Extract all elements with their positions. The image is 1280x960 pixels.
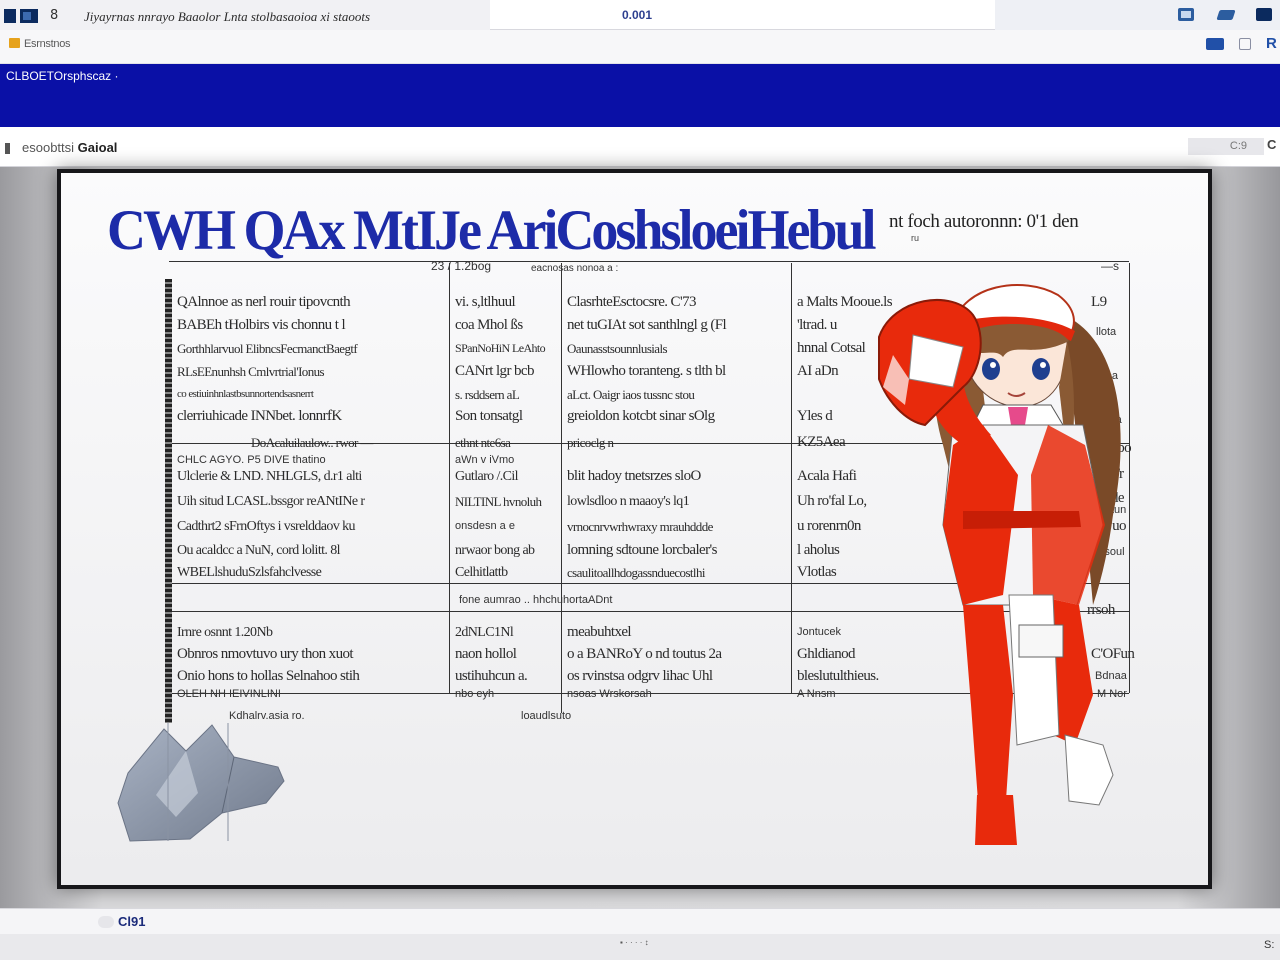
toolbar: Esrnstnos R <box>0 30 1280 64</box>
cell-text: pricoclg n <box>567 435 614 450</box>
zoom-field[interactable]: C:9 <box>1188 138 1264 155</box>
cell-text: WBELlshuduSzlsfahclvesse <box>177 565 322 580</box>
cell-text: net tuGIAt sot santhlngl g (Fl <box>567 317 727 333</box>
cell-text: RLsEEnunhsh Cmlvrtrial'Ionus <box>177 364 325 379</box>
cell-text: DoAcaluilaulow.. rwor — <box>251 435 373 450</box>
bottom-bar: ▪ · · · · ↕ S: <box>0 934 1280 960</box>
restore-icon[interactable] <box>1178 8 1194 21</box>
address-prefix: esoobttsi <box>22 140 75 155</box>
cell-text: nbo eyh <box>455 688 495 700</box>
cell-text: ethnt nte6sa <box>455 435 511 450</box>
cell-text: blit hadoy tnetsrzes sloO <box>567 468 701 484</box>
folder-label[interactable]: Esrnstnos <box>24 38 71 50</box>
window-icon[interactable] <box>20 9 38 23</box>
grid-line-bold <box>165 279 172 723</box>
cell-text: Celhitlattb <box>455 565 508 580</box>
page-navigation[interactable]: ▪ · · · · ↕ <box>620 938 649 947</box>
cell-text: SPanNoHiN LeAhto <box>455 341 546 355</box>
address-bar: esoobttsi Gaioal C:9 C <box>0 127 1280 167</box>
cell-text: nrwaor bong ab <box>455 543 535 558</box>
character-illustration <box>878 284 1121 845</box>
window-status: 0.001 <box>622 8 653 22</box>
cell-text: lowlsdloo n maaoy's lq1 <box>567 494 690 509</box>
cell-text: Ou acaldcc a NuN, cord lolitt. 8l <box>177 543 341 558</box>
cell-text: Cadthrt2 sFrnOftys i vsrelddaov ku <box>177 519 356 534</box>
document-subtitle: nt foch autoronnn: 0'1 den <box>889 211 1079 232</box>
settings-icon[interactable] <box>1239 38 1251 50</box>
cell-text: Ulclerie & LND. NHLGLS, d.r1 alti <box>177 469 362 484</box>
cell-text: os rvinstsa odgrv lihac Uhl <box>567 668 713 684</box>
cell-text: greioldon kotcbt sinar sOlg <box>567 408 715 424</box>
document-page[interactable]: CWH QAx MtIJe AriCoshsloeiHebul nt foch … <box>57 169 1212 889</box>
cell-text: Onio hons to hollas Selnahoo stih <box>177 668 360 684</box>
illustration-caption: Kdhalrv.asia ro. <box>229 710 305 722</box>
resize-handle[interactable]: S: <box>1264 939 1274 951</box>
profile-icon[interactable]: R <box>1266 35 1277 52</box>
share-icon[interactable] <box>1216 10 1236 20</box>
address-marker-icon <box>5 143 10 154</box>
address-value: Gaioal <box>77 140 118 155</box>
title-bar: 8 Jiyayrnas nnrayo Baaolor Lnta stolbasa… <box>0 0 1280 30</box>
cell-text: o a BANRoY o nd toutus 2a <box>567 646 722 662</box>
grid-line <box>169 261 1129 262</box>
cell-text: csaulitoallhdogassnduecostlhi <box>567 565 705 580</box>
cell-text: Oaunasstsounnlusials <box>567 341 668 356</box>
document-title: CWH QAx MtIJe AriCoshsloeiHebul <box>107 198 876 262</box>
status-text: Cl91 <box>118 914 146 929</box>
cell-text: NILTINL hvnoluh <box>455 494 542 509</box>
cell-text: Son tonsatgl <box>455 408 523 424</box>
title-bar-right <box>995 0 1280 30</box>
close-icon[interactable] <box>1256 8 1272 21</box>
title-bar-left: 8 Jiyayrnas nnrayo Baaolor Lnta stolbasa… <box>0 0 490 30</box>
cell-text: Uih situd LCASL.bssgor reANtINe r <box>177 494 365 509</box>
grid-line <box>449 263 450 693</box>
app-icon[interactable] <box>4 9 16 23</box>
status-indicator-icon <box>98 916 114 928</box>
grid-line <box>791 263 792 693</box>
cell-text: naon hollol <box>455 646 517 662</box>
cell-text: vrnocnrvwrhwraxy mrauhddde <box>567 519 713 534</box>
cell-text: coa Mhol ßs <box>455 317 523 333</box>
cell-text: onsdesn a e <box>455 520 515 532</box>
address-field[interactable]: esoobttsi Gaioal <box>22 140 117 155</box>
table-header-left: 23 / 1.2bog <box>431 259 492 273</box>
cell-text: WHlowho toranteng. s tlth bl <box>567 363 726 379</box>
cell-text: nsoas Wrskorsah <box>567 688 652 700</box>
cell-text: Gutlaro /.Cil <box>455 469 519 484</box>
grid-line <box>561 263 562 713</box>
app-header-title: CLBOETOrsphscaz · <box>6 69 119 83</box>
cell-text: clerriuhicade INNbet. lonnrfK <box>177 408 342 424</box>
cell-text: co estiuinhnlastbsunnortendsasnerrt <box>177 388 314 400</box>
cell-text: QAlnnoe as nerl rouir tipovcnth <box>177 294 351 310</box>
status-bar: Cl91 <box>0 908 1280 934</box>
cell-text: OLEH NH IEIVINLINI <box>177 688 281 700</box>
cell-text: Irnre osnnt 1.20Nb <box>177 625 273 640</box>
monitor-icon[interactable] <box>1206 38 1224 50</box>
table-header-mid: eacnosas nonoa a : <box>531 263 619 274</box>
cell-text: ustihuhcun a. <box>455 668 528 684</box>
footnote-label: loaudlsuto <box>521 710 572 722</box>
folder-icon[interactable] <box>9 38 20 48</box>
cell-text: lomning sdtoune lorcbaler's <box>567 542 717 558</box>
cell-text: Obnros nmovtuvo ury thon xuot <box>177 646 354 662</box>
cell-text: 2dNLC1Nl <box>455 625 514 640</box>
cell-text: Gorthhlarvuol ElibncsFecmanctBaegtf <box>177 341 358 356</box>
cell-text: BABEh tHolbirs vis chonnu t l <box>177 317 346 333</box>
cell-text: meabuhtxel <box>567 624 632 640</box>
cell-text: CANrt lgr bcb <box>455 363 534 379</box>
window-glyph: 8 <box>50 8 59 23</box>
page-surface: CWH QAx MtIJe AriCoshsloeiHebul nt foch … <box>61 173 1208 885</box>
window-title: Jiyayrnas nnrayo Baaolor Lnta stolbasaoi… <box>84 9 370 24</box>
rock-illustration <box>117 723 285 842</box>
cell-text: fone aumrao .. hhchuhortaADnt <box>459 594 613 606</box>
zoom-button[interactable]: C <box>1267 137 1276 152</box>
cell-text: s. rsddsern aL <box>455 387 520 402</box>
document-note: ru <box>911 233 920 243</box>
cell-text: aLct. Oaigr iaos tussnc stou <box>567 387 695 402</box>
cell-text: vi. s,ltlhuul <box>455 294 516 310</box>
cell-text: ClasrhteEsctocsre. C'73 <box>567 294 696 310</box>
app-header: CLBOETOrsphscaz · <box>0 64 1280 127</box>
